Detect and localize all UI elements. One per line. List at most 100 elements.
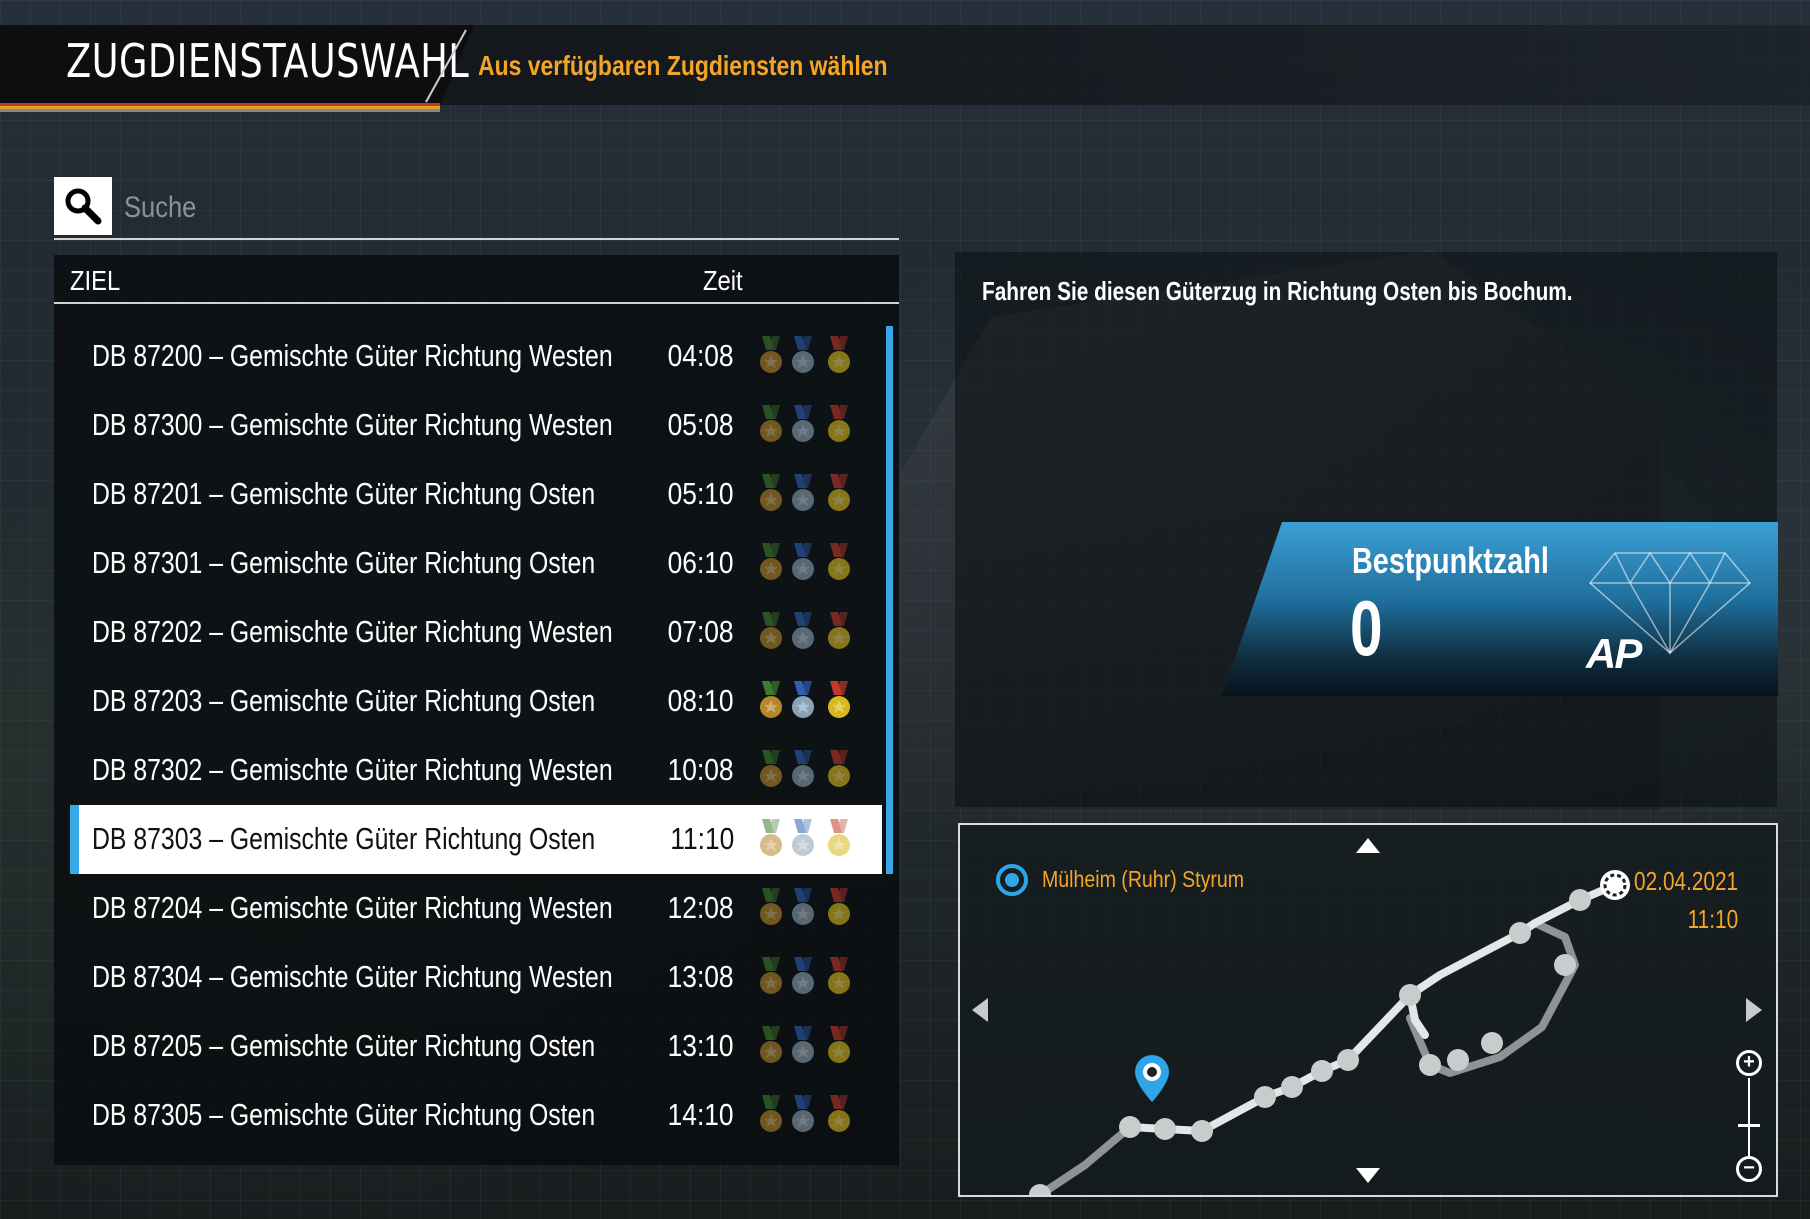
service-description: Fahren Sie diesen Güterzug in Richtung O…	[982, 276, 1573, 306]
gold-medal-icon	[828, 957, 850, 994]
medal-group	[756, 474, 866, 518]
service-row[interactable]: DB 87200 – Gemischte Güter Richtung West…	[70, 322, 882, 391]
service-destination: DB 87305 – Gemischte Güter Richtung Oste…	[92, 1097, 596, 1132]
gold-medal-icon	[828, 888, 850, 925]
silver-medal-icon	[792, 336, 814, 373]
bronze-medal-icon	[760, 474, 782, 511]
silver-medal-icon	[792, 819, 814, 856]
service-time: 13:10	[668, 1028, 734, 1063]
service-row[interactable]: DB 87301 – Gemischte Güter Richtung Oste…	[70, 529, 882, 598]
search-button[interactable]	[54, 177, 112, 235]
silver-medal-icon	[792, 750, 814, 787]
service-row[interactable]: DB 87205 – Gemischte Güter Richtung Oste…	[70, 1012, 882, 1081]
medal-group	[756, 681, 866, 725]
zoom-in-icon[interactable]: +	[1736, 1050, 1762, 1076]
service-row[interactable]: DB 87203 – Gemischte Güter Richtung Oste…	[70, 667, 882, 736]
bronze-medal-icon	[760, 750, 782, 787]
zoom-out-icon[interactable]: −	[1736, 1156, 1762, 1182]
service-row[interactable]: DB 87300 – Gemischte Güter Richtung West…	[70, 391, 882, 460]
bronze-medal-icon	[760, 957, 782, 994]
list-scrollbar[interactable]	[886, 326, 893, 874]
arrow-down-icon[interactable]	[1356, 1168, 1380, 1183]
gold-medal-icon	[828, 543, 850, 580]
arrow-left-icon[interactable]	[972, 998, 988, 1022]
medal-group	[756, 612, 866, 656]
arrow-right-icon[interactable]	[1746, 998, 1762, 1022]
map-pin-icon	[1135, 1055, 1169, 1102]
bronze-medal-icon	[760, 819, 782, 856]
service-row[interactable]: DB 87204 – Gemischte Güter Richtung West…	[70, 874, 882, 943]
gold-medal-icon	[828, 681, 850, 718]
service-destination: DB 87205 – Gemischte Güter Richtung Oste…	[92, 1028, 596, 1063]
map-location-name: Mülheim (Ruhr) Styrum	[1042, 866, 1245, 892]
service-destination: DB 87200 – Gemischte Güter Richtung West…	[92, 338, 613, 373]
gold-medal-icon	[828, 819, 850, 856]
header-divider	[425, 29, 467, 103]
search-underline	[54, 238, 899, 240]
service-time: 05:10	[668, 476, 734, 511]
gold-medal-icon	[828, 336, 850, 373]
column-header-time[interactable]: Zeit	[703, 265, 743, 297]
service-row[interactable]: DB 87305 – Gemischte Güter Richtung Oste…	[70, 1081, 882, 1150]
service-destination: DB 87300 – Gemischte Güter Richtung West…	[92, 407, 613, 442]
medal-group	[756, 405, 866, 449]
medal-group	[756, 888, 866, 932]
service-row[interactable]: DB 87304 – Gemischte Güter Richtung West…	[70, 943, 882, 1012]
silver-medal-icon	[792, 1095, 814, 1132]
header-stripes	[0, 103, 440, 115]
medal-group	[756, 1095, 866, 1139]
service-destination: DB 87304 – Gemischte Güter Richtung West…	[92, 959, 613, 994]
silver-medal-icon	[792, 957, 814, 994]
gold-medal-icon	[828, 474, 850, 511]
service-time: 12:08	[668, 890, 734, 925]
medal-group	[756, 750, 866, 794]
service-time: 13:08	[668, 959, 734, 994]
gold-medal-icon	[828, 1026, 850, 1063]
service-row[interactable]: DB 87201 – Gemischte Güter Richtung Oste…	[70, 460, 882, 529]
page-title: ZUGDIENSTAUSWAHL	[66, 34, 470, 88]
service-time: 04:08	[668, 338, 734, 373]
medal-group	[756, 957, 866, 1001]
page-subtitle: Aus verfügbaren Zugdiensten wählen	[478, 50, 888, 81]
service-row[interactable]: DB 87303 – Gemischte Güter Richtung Oste…	[70, 805, 882, 874]
gold-medal-icon	[828, 1095, 850, 1132]
service-time: 11:10	[670, 821, 734, 856]
silver-medal-icon	[792, 474, 814, 511]
medal-group	[756, 819, 866, 863]
zoom-slider-thumb[interactable]	[1738, 1124, 1760, 1127]
best-score-label: Bestpunktzahl	[1352, 540, 1549, 581]
service-row[interactable]: DB 87302 – Gemischte Güter Richtung West…	[70, 736, 882, 805]
service-time: 07:08	[668, 614, 734, 649]
service-row[interactable]: DB 87202 – Gemischte Güter Richtung West…	[70, 598, 882, 667]
zoom-slider-track[interactable]	[1748, 1078, 1750, 1156]
service-destination: DB 87303 – Gemischte Güter Richtung Oste…	[92, 821, 596, 856]
train-position-marker	[1600, 870, 1630, 900]
bronze-medal-icon	[760, 1095, 782, 1132]
service-time: 14:10	[668, 1097, 734, 1132]
service-destination: DB 87202 – Gemischte Güter Richtung West…	[92, 614, 613, 649]
column-header-destination[interactable]: ZIEL	[70, 265, 120, 297]
service-time: 06:10	[668, 545, 734, 580]
silver-medal-icon	[792, 681, 814, 718]
map-time: 11:10	[1687, 904, 1738, 934]
service-time: 10:08	[668, 752, 734, 787]
location-ring-icon	[996, 864, 1028, 896]
arrow-up-icon[interactable]	[1356, 838, 1380, 853]
bronze-medal-icon	[760, 543, 782, 580]
bronze-medal-icon	[760, 1026, 782, 1063]
service-destination: DB 87302 – Gemischte Güter Richtung West…	[92, 752, 613, 787]
search-input[interactable]	[124, 188, 770, 228]
gold-medal-icon	[828, 405, 850, 442]
service-list: DB 87200 – Gemischte Güter Richtung West…	[70, 322, 882, 1150]
silver-medal-icon	[792, 543, 814, 580]
map-date: 02.04.2021	[1633, 866, 1738, 896]
bronze-medal-icon	[760, 336, 782, 373]
service-destination: DB 87201 – Gemischte Güter Richtung Oste…	[92, 476, 596, 511]
service-destination: DB 87203 – Gemischte Güter Richtung Oste…	[92, 683, 596, 718]
silver-medal-icon	[792, 888, 814, 925]
gold-medal-icon	[828, 750, 850, 787]
silver-medal-icon	[792, 612, 814, 649]
medal-group	[756, 543, 866, 587]
service-time: 05:08	[668, 407, 734, 442]
best-score-value: 0	[1350, 584, 1383, 672]
